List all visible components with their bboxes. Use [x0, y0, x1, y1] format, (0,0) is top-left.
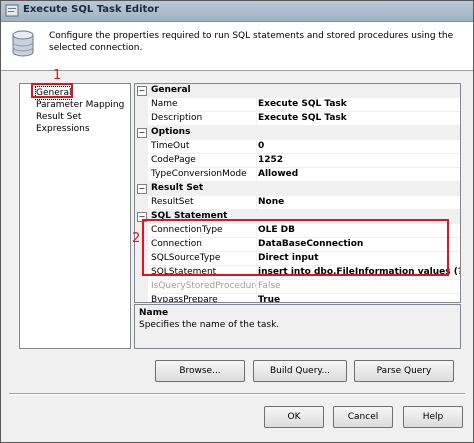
property-value[interactable]: None [256, 196, 460, 210]
property-row-typeconversionmode[interactable]: TypeConversionMode Allowed [135, 168, 460, 182]
property-value[interactable]: Execute SQL Task [256, 98, 460, 112]
header-description: Configure the properties required to run… [49, 31, 454, 53]
property-key: BypassPrepare [149, 294, 257, 302]
category-title: Result Set [151, 183, 204, 193]
category-options[interactable]: − Options [135, 126, 460, 140]
nav-item-result-set[interactable]: Result Set [36, 111, 81, 123]
parse-query-button[interactable]: Parse Query [354, 360, 454, 382]
property-key: Description [149, 112, 257, 126]
property-value[interactable]: True [256, 294, 460, 302]
property-value: False [256, 280, 460, 294]
category-general[interactable]: − General [135, 84, 460, 98]
property-key: Name [149, 98, 257, 112]
ok-button[interactable]: OK [264, 406, 324, 428]
description-title: Name [139, 308, 169, 318]
title-bar[interactable]: Execute SQL Task Editor [1, 1, 473, 22]
category-title: General [151, 85, 191, 95]
property-value[interactable]: 0 [256, 140, 460, 154]
property-key: TimeOut [149, 140, 257, 154]
property-key: CodePage [149, 154, 257, 168]
button-separator [9, 393, 465, 395]
annotation-box-sql-statement [142, 219, 449, 276]
property-row-description[interactable]: Description Execute SQL Task [135, 112, 460, 126]
property-value[interactable]: Allowed [256, 168, 460, 182]
nav-item-parameter-mapping[interactable]: Parameter Mapping [36, 99, 124, 111]
cancel-button[interactable]: Cancel [333, 406, 393, 428]
category-title: Options [151, 127, 191, 137]
property-key: ResultSet [149, 196, 257, 210]
page-navigation-list: General Parameter Mapping Result Set Exp… [19, 83, 131, 349]
property-key: IsQueryStoredProcedure [149, 280, 257, 294]
browse-button[interactable]: Browse... [155, 360, 245, 382]
header-panel: Configure the properties required to run… [1, 22, 473, 71]
category-result-set[interactable]: − Result Set [135, 182, 460, 196]
nav-item-expressions[interactable]: Expressions [36, 123, 90, 135]
annotation-box-general [31, 83, 73, 98]
property-row-bypassprepare[interactable]: BypassPrepare True [135, 294, 460, 302]
annotation-label-2: 2 [132, 231, 141, 246]
build-query-button[interactable]: Build Query... [253, 360, 347, 382]
execute-sql-task-editor-window: Execute SQL Task Editor Configure the pr… [0, 0, 474, 443]
sql-task-icon [5, 4, 19, 17]
property-description-panel: Name Specifies the name of the task. [134, 304, 461, 349]
property-row-name[interactable]: Name Execute SQL Task [135, 98, 460, 112]
property-row-isquerystoredprocedure[interactable]: IsQueryStoredProcedure False [135, 280, 460, 294]
property-value[interactable]: Execute SQL Task [256, 112, 460, 126]
property-row-codepage[interactable]: CodePage 1252 [135, 154, 460, 168]
description-text: Specifies the name of the task. [139, 320, 280, 330]
collapse-icon[interactable]: − [137, 184, 147, 194]
property-key: TypeConversionMode [149, 168, 257, 182]
database-icon [12, 30, 34, 57]
annotation-label-1: 1 [53, 68, 62, 83]
property-value[interactable]: 1252 [256, 154, 460, 168]
collapse-icon[interactable]: − [137, 86, 147, 96]
property-row-resultset[interactable]: ResultSet None [135, 196, 460, 210]
window-title: Execute SQL Task Editor [23, 4, 160, 15]
collapse-icon[interactable]: − [137, 128, 147, 138]
help-button[interactable]: Help [403, 406, 463, 428]
property-row-timeout[interactable]: TimeOut 0 [135, 140, 460, 154]
